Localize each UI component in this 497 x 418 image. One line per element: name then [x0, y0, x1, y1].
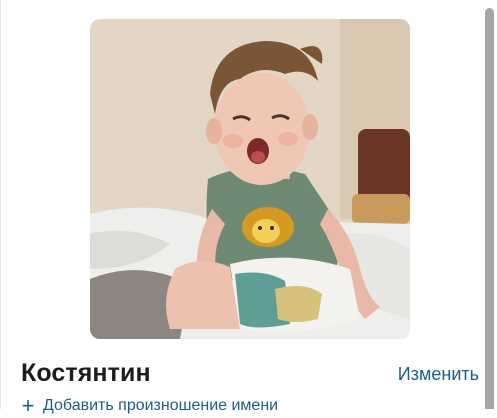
profile-card: Костянтин Изменить + Добавить произношен…: [0, 0, 483, 417]
profile-name: Костянтин: [21, 359, 151, 387]
edit-name-link[interactable]: Изменить: [398, 363, 479, 385]
profile-photo-image: [90, 19, 410, 339]
vertical-scrollbar[interactable]: [482, 0, 497, 409]
profile-photo[interactable]: [90, 19, 410, 339]
add-pronunciation-label: Добавить произношение имени: [43, 397, 279, 414]
scrollbar-thumb[interactable]: [485, 8, 494, 409]
plus-icon: +: [21, 393, 35, 418]
add-name-pronunciation-button[interactable]: + Добавить произношение имени: [21, 393, 279, 418]
